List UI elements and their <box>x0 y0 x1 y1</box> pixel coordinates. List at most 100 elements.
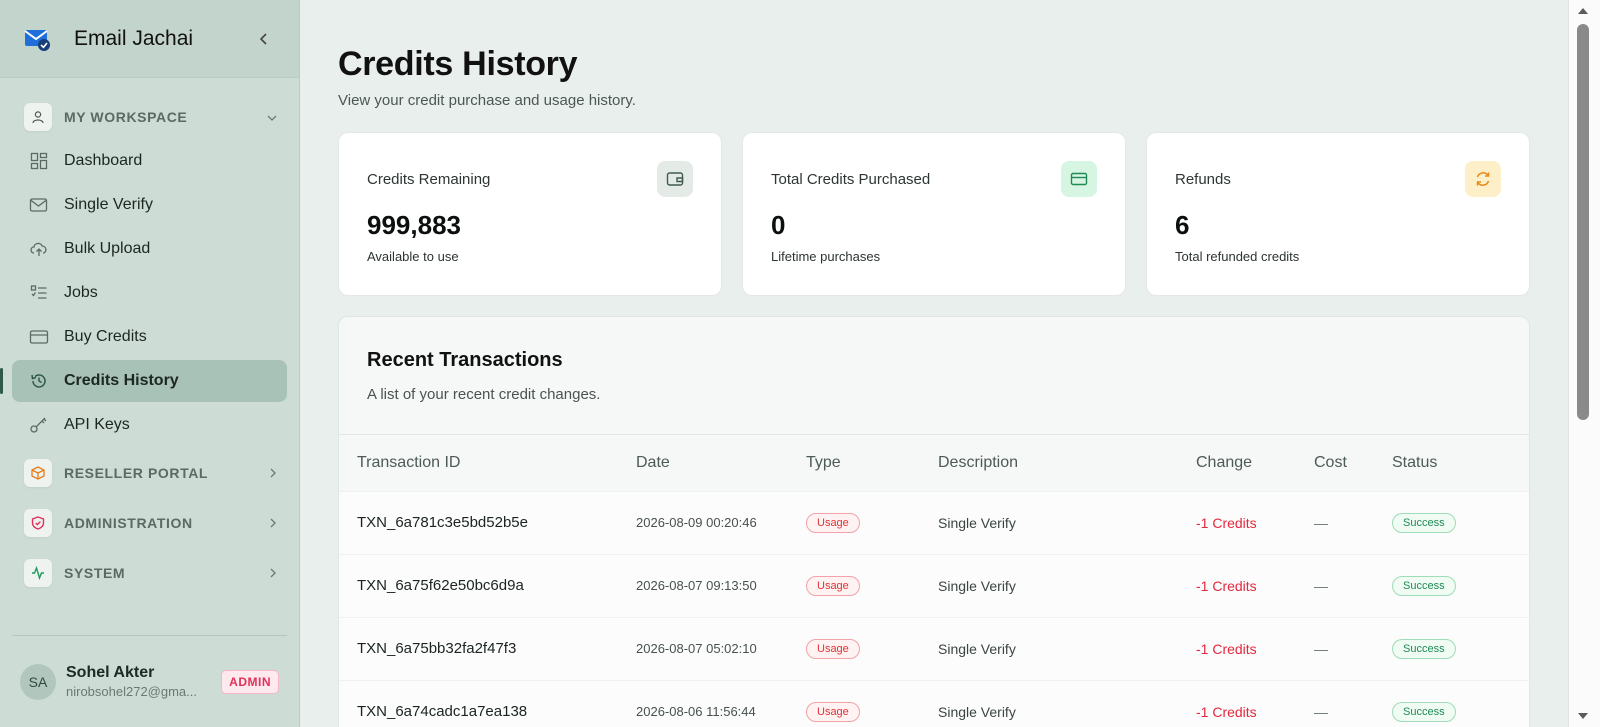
sidebar-item-buy-credits[interactable]: Buy Credits <box>12 316 287 358</box>
key-icon <box>28 414 50 436</box>
main-content: Credits History View your credit purchas… <box>301 0 1568 727</box>
chevron-left-icon <box>259 32 267 45</box>
sidebar-item-credits-history[interactable]: Credits History <box>0 360 287 402</box>
sidebar-item-bulk-upload[interactable]: Bulk Upload <box>12 228 287 270</box>
credit-card-icon <box>28 326 50 348</box>
transaction-change: -1 Credits <box>1196 553 1314 617</box>
transaction-status-cell: Success <box>1392 616 1529 680</box>
collapse-sidebar-button[interactable] <box>253 28 275 50</box>
card-value: 6 <box>1175 210 1190 240</box>
chevron-right-icon <box>269 566 277 581</box>
activity-icon <box>24 559 52 587</box>
recent-transactions-panel: Recent Transactions A list of your recen… <box>338 316 1530 727</box>
brand-header: Email Jachai <box>0 0 299 78</box>
section-system[interactable]: SYSTEM <box>0 550 299 596</box>
user-info: Sohel Akter nirobsohel272@gma... <box>66 664 221 699</box>
sidebar-item-label: Jobs <box>64 284 98 301</box>
transactions-title: Recent Transactions <box>367 349 563 371</box>
transaction-cost: — <box>1314 490 1392 554</box>
section-administration[interactable]: ADMINISTRATION <box>0 500 299 546</box>
section-label: RESELLER PORTAL <box>64 465 209 481</box>
chevron-down-icon <box>267 110 277 125</box>
app-title: Email Jachai <box>74 26 194 50</box>
sidebar-item-api-keys[interactable]: API Keys <box>12 404 287 446</box>
card-label: Total Credits Purchased <box>771 171 931 188</box>
transaction-description: Single Verify <box>938 553 1196 617</box>
shield-icon <box>24 509 52 537</box>
mail-check-icon <box>28 194 50 216</box>
card-note: Available to use <box>367 249 459 264</box>
page-title: Credits History <box>338 45 578 83</box>
card-total-credits-purchased: Total Credits Purchased 0 Lifetime purch… <box>742 132 1126 296</box>
transaction-change: -1 Credits <box>1196 679 1314 727</box>
transactions-header: Recent Transactions A list of your recen… <box>339 317 1529 435</box>
chevron-right-icon <box>269 516 277 531</box>
transaction-change: -1 Credits <box>1196 616 1314 680</box>
transaction-status-cell: Success <box>1392 490 1529 554</box>
transaction-type-cell: Usage <box>806 490 938 554</box>
sidebar-item-jobs[interactable]: Jobs <box>12 272 287 314</box>
stats-cards: Credits Remaining 999,883 Available to u… <box>338 132 1530 296</box>
transaction-description: Single Verify <box>938 616 1196 680</box>
scroll-down-arrow-icon[interactable] <box>1578 713 1588 719</box>
status-badge: Success <box>1392 701 1456 722</box>
transaction-date: 2026-08-07 05:02:10 <box>636 616 806 680</box>
column-header-date: Date <box>636 435 806 491</box>
page-scrollbar[interactable] <box>1568 0 1600 727</box>
transaction-cost: — <box>1314 679 1392 727</box>
cloud-upload-icon <box>28 238 50 260</box>
status-badge: Success <box>1392 575 1456 596</box>
transaction-date: 2026-08-06 11:56:44 <box>636 679 806 727</box>
transaction-description: Single Verify <box>938 679 1196 727</box>
transaction-status-cell: Success <box>1392 553 1529 617</box>
column-header-change: Change <box>1196 435 1314 491</box>
status-badge: Success <box>1392 638 1456 659</box>
transaction-change: -1 Credits <box>1196 490 1314 554</box>
sidebar-item-label: Dashboard <box>64 152 143 169</box>
chevron-right-icon <box>269 466 277 481</box>
transaction-id: TXN_6a75f62e50bc6d9a <box>339 553 636 617</box>
transaction-id: TXN_6a74cadc1a7ea138 <box>339 679 636 727</box>
sidebar-item-label: Credits History <box>64 372 179 389</box>
user-name: Sohel Akter <box>66 664 155 681</box>
section-my-workspace[interactable]: MY WORKSPACE <box>0 96 299 138</box>
scrollbar-thumb[interactable] <box>1577 24 1589 420</box>
refresh-icon <box>1465 161 1501 197</box>
card-label: Refunds <box>1175 171 1231 188</box>
type-badge: Usage <box>806 701 860 722</box>
transaction-date: 2026-08-07 09:13:50 <box>636 553 806 617</box>
transaction-type-cell: Usage <box>806 553 938 617</box>
section-reseller-portal[interactable]: RESELLER PORTAL <box>0 450 299 496</box>
sidebar-item-label: API Keys <box>64 416 130 433</box>
transaction-type-cell: Usage <box>806 679 938 727</box>
credit-card-icon <box>1061 161 1097 197</box>
mail-logo-icon <box>24 27 52 51</box>
user-profile[interactable]: SA Sohel Akter nirobsohel272@gma... ADMI… <box>12 635 287 727</box>
type-badge: Usage <box>806 575 860 596</box>
sidebar-item-dashboard[interactable]: Dashboard <box>12 140 287 182</box>
scroll-up-arrow-icon[interactable] <box>1578 8 1588 14</box>
transaction-status-cell: Success <box>1392 679 1529 727</box>
table-header-row: Transaction ID Date Type Description Cha… <box>339 435 1529 491</box>
card-note: Lifetime purchases <box>771 249 881 264</box>
sidebar-item-label: Bulk Upload <box>64 240 151 257</box>
sidebar-nav: MY WORKSPACE Dashboard Single Verify Bul… <box>0 78 299 596</box>
transaction-description: Single Verify <box>938 490 1196 554</box>
transactions-subtitle: A list of your recent credit changes. <box>367 386 601 403</box>
type-badge: Usage <box>806 638 860 659</box>
status-badge: Success <box>1392 512 1456 533</box>
avatar: SA <box>20 663 56 700</box>
column-header-cost: Cost <box>1314 435 1392 491</box>
card-value: 999,883 <box>367 210 461 240</box>
table-row: TXN_6a781c3e5bd52b5e 2026-08-09 00:20:46… <box>339 490 1529 554</box>
sidebar-item-single-verify[interactable]: Single Verify <box>12 184 287 226</box>
dashboard-icon <box>28 150 50 172</box>
card-credits-remaining: Credits Remaining 999,883 Available to u… <box>338 132 722 296</box>
sidebar-item-label: Single Verify <box>64 196 153 213</box>
table-row: TXN_6a75bb32fa2f47f3 2026-08-07 05:02:10… <box>339 616 1529 680</box>
table-row: TXN_6a74cadc1a7ea138 2026-08-06 11:56:44… <box>339 679 1529 727</box>
wallet-icon <box>657 161 693 197</box>
user-email: nirobsohel272@gma... <box>66 684 197 699</box>
sidebar-item-label: Buy Credits <box>64 328 147 345</box>
transaction-cost: — <box>1314 553 1392 617</box>
